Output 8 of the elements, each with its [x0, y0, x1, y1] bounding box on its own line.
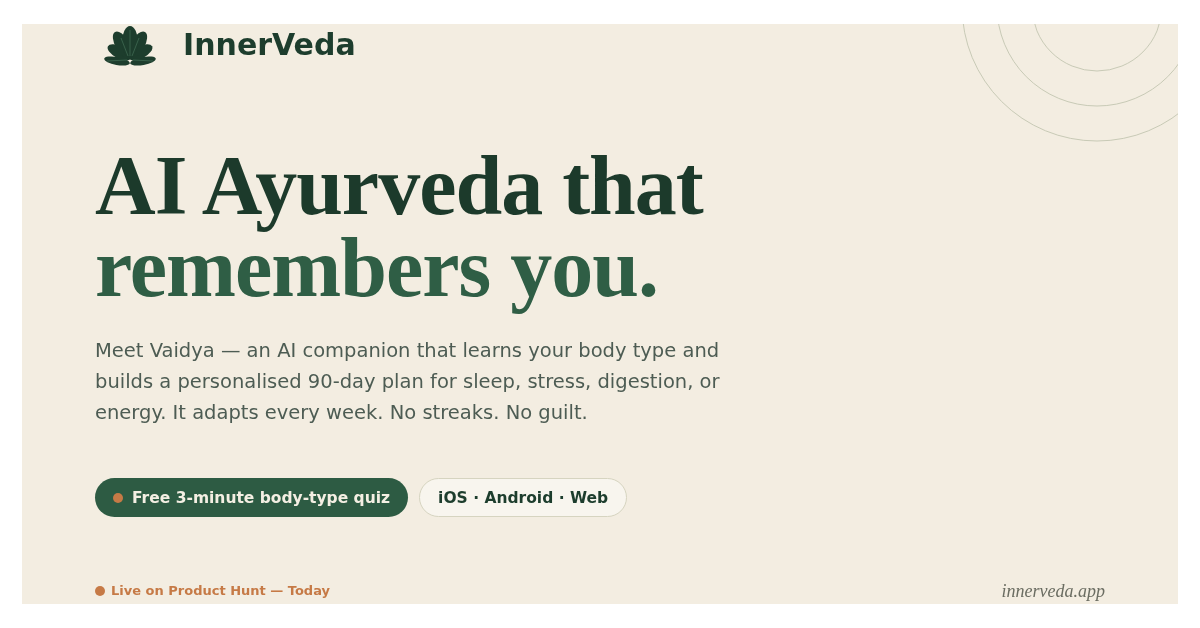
status-dot-icon [95, 586, 105, 596]
brand-name: InnerVeda [183, 27, 356, 63]
platforms-pill: iOS · Android · Web [419, 478, 628, 517]
quiz-button[interactable]: Free 3-minute body-type quiz [95, 478, 409, 517]
dot-icon [113, 492, 123, 503]
hero-description: Meet Vaidya — an AI companion that learns your body type and builds a personalised 90-day plan for sleep, stress, digestion, or energy. It adapts every week. No streaks. No guilt. [95, 338, 721, 426]
site-url: innerveda.app [1001, 580, 1105, 602]
status-text: Live on Product Hunt — Today [111, 583, 331, 599]
